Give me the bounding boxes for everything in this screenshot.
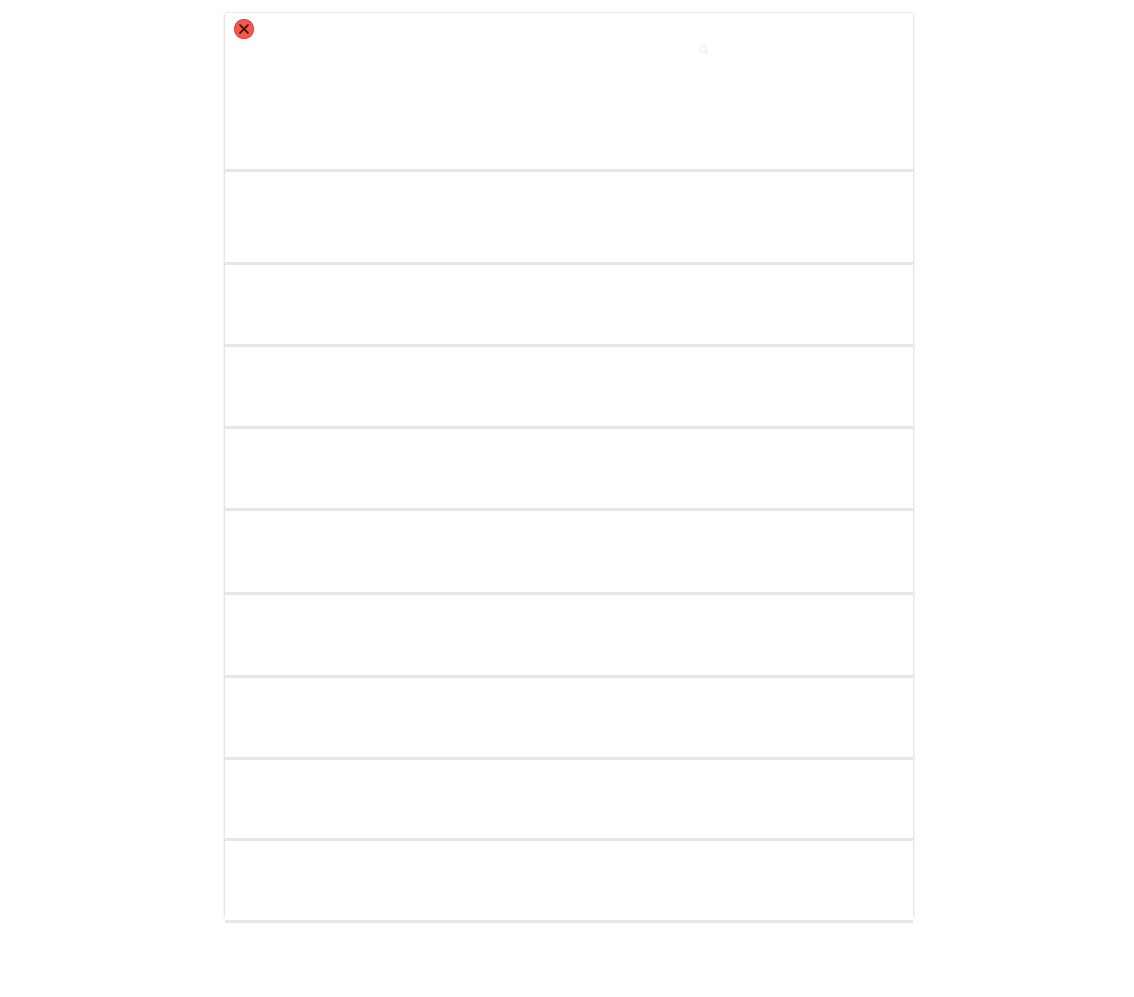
list-item[interactable]	[225, 347, 913, 429]
close-icon	[239, 24, 249, 34]
header	[225, 13, 913, 172]
list-item[interactable]	[225, 429, 913, 511]
list-item[interactable]	[225, 265, 913, 347]
item-list	[225, 173, 913, 997]
list-item[interactable]	[225, 923, 913, 997]
list-item[interactable]	[225, 511, 913, 595]
list-item[interactable]	[225, 678, 913, 760]
list-item[interactable]	[225, 595, 913, 678]
list-item[interactable]	[225, 760, 913, 841]
close-button[interactable]	[234, 19, 254, 39]
search-icon[interactable]	[698, 44, 710, 56]
app-window	[225, 13, 913, 997]
list-item[interactable]	[225, 173, 913, 265]
list-item[interactable]	[225, 841, 913, 923]
